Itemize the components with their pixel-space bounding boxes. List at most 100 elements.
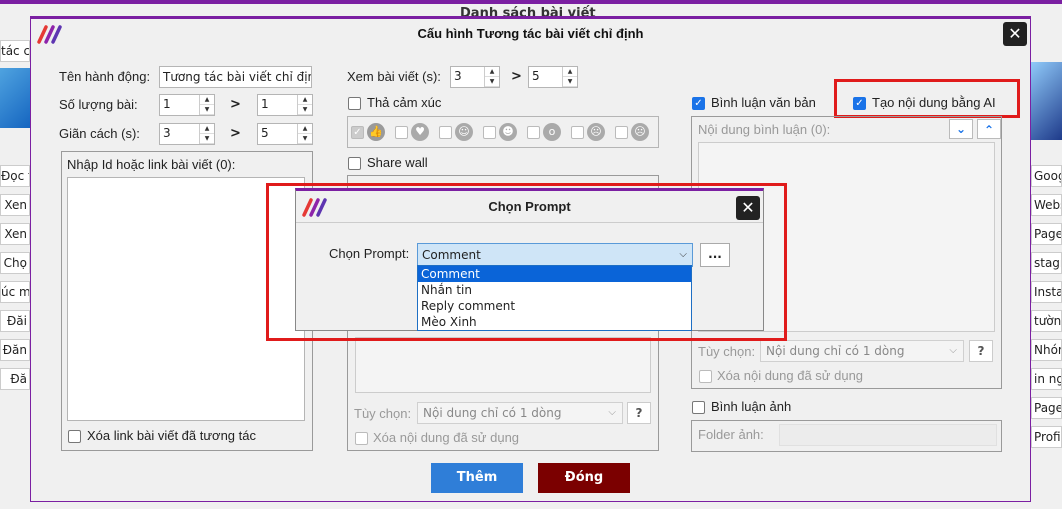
chevron-down-icon: ⌵ xyxy=(679,249,687,260)
bg-right-item[interactable]: in nghi xyxy=(1031,368,1062,390)
prompt-option[interactable]: Comment xyxy=(418,266,691,282)
action-name-input[interactable]: Tương tác bài viết chỉ định xyxy=(159,66,312,88)
ai-highlight-box xyxy=(834,79,1020,118)
dialog-title: Cấu hình Tương tác bài viết chỉ định xyxy=(417,26,644,41)
bg-right-item[interactable]: Website xyxy=(1031,194,1062,216)
close-icon[interactable]: ✕ xyxy=(1003,22,1027,46)
spin-up-icon[interactable]: ▲ xyxy=(200,124,214,134)
bg-right-item[interactable]: stagram xyxy=(1031,252,1062,274)
spin-down-icon[interactable]: ▼ xyxy=(298,134,312,144)
comment-help-button[interactable]: ? xyxy=(969,340,993,362)
comment-option-select[interactable]: Nội dung chỉ có 1 dòng ⌵ xyxy=(760,340,964,362)
react-label: Thả cảm xúc xyxy=(367,95,442,110)
bg-left-item[interactable]: Đă xyxy=(0,368,30,390)
bg-left-item[interactable]: Xen xyxy=(0,194,30,216)
spin-up-icon[interactable]: ▲ xyxy=(563,67,577,77)
share-wall-label: Share wall xyxy=(367,155,428,170)
bg-left-item[interactable]: Chọ xyxy=(0,252,30,274)
prompt-dialog-title: Chọn Prompt xyxy=(488,199,571,214)
close-button[interactable]: Đóng xyxy=(538,463,630,493)
post-count-label: Số lượng bài: xyxy=(59,97,138,112)
stepper-value: 1 xyxy=(261,97,269,111)
delete-links-checkbox[interactable] xyxy=(68,430,81,443)
post-count-max-stepper[interactable]: 1 ▲ ▼ xyxy=(257,94,313,116)
care-icon: ☺ xyxy=(455,123,473,141)
chevron-down-icon[interactable]: ⌄ xyxy=(949,119,973,139)
add-button[interactable]: Thêm xyxy=(431,463,523,493)
spin-down-icon[interactable]: ▼ xyxy=(298,105,312,115)
delete-links-label: Xóa link bài viết đã tương tác xyxy=(87,428,256,443)
view-post-label: Xem bài viết (s): xyxy=(347,69,441,84)
bg-right-item[interactable]: Page xyxy=(1031,397,1062,419)
image-comment-checkbox[interactable] xyxy=(692,401,705,414)
reactions-panel: ✓ 👍 ♥ ☺ ☻ o ☹ ☹ xyxy=(347,116,659,148)
bg-left-item[interactable]: Đọc t xyxy=(0,165,30,187)
comment-delete-used-checkbox[interactable] xyxy=(699,370,712,383)
bg-left-item[interactable]: Đăn xyxy=(0,339,30,361)
spin-down-icon[interactable]: ▼ xyxy=(485,77,499,87)
text-comment-label: Bình luận văn bản xyxy=(711,95,816,110)
share-content-textarea[interactable] xyxy=(355,337,651,393)
interval-min-stepper[interactable]: 3 ▲ ▼ xyxy=(159,123,215,145)
share-delete-used-label: Xóa nội dung đã sử dụng xyxy=(373,430,520,445)
post-count-min-stepper[interactable]: 1 ▲ ▼ xyxy=(159,94,215,116)
text-comment-checkbox[interactable]: ✓ xyxy=(692,97,705,110)
prompt-option[interactable]: Reply comment xyxy=(418,298,691,314)
angry-checkbox[interactable] xyxy=(615,126,628,139)
bg-right-item[interactable]: Google xyxy=(1031,165,1062,187)
haha-checkbox[interactable] xyxy=(483,126,496,139)
folder-input[interactable] xyxy=(779,424,997,446)
share-help-button[interactable]: ? xyxy=(627,402,651,424)
spin-up-icon[interactable]: ▲ xyxy=(298,95,312,105)
chevron-up-icon[interactable]: ⌃ xyxy=(977,119,1001,139)
like-comment-image xyxy=(0,68,30,128)
close-icon[interactable]: ✕ xyxy=(736,196,760,220)
like-icon: 👍 xyxy=(367,123,385,141)
chevron-down-icon: ⌵ xyxy=(608,407,616,418)
bg-right-item[interactable]: Page xyxy=(1031,223,1062,245)
view-min-stepper[interactable]: 3 ▲ ▼ xyxy=(450,66,500,88)
greater-than-sign: > xyxy=(230,126,241,141)
care-checkbox[interactable] xyxy=(439,126,452,139)
share-wall-checkbox[interactable] xyxy=(348,157,361,170)
bg-left-item[interactable]: Xen xyxy=(0,223,30,245)
bg-left-item[interactable]: tác cá xyxy=(0,40,30,62)
spin-up-icon[interactable]: ▲ xyxy=(298,124,312,134)
facebook-image xyxy=(1031,62,1062,140)
folder-label: Folder ảnh: xyxy=(698,427,764,442)
prompt-selected-value: Comment xyxy=(422,248,481,262)
react-checkbox[interactable] xyxy=(348,97,361,110)
like-checkbox[interactable]: ✓ xyxy=(351,126,364,139)
spin-down-icon[interactable]: ▼ xyxy=(563,77,577,87)
prompt-select[interactable]: Comment ⌵ xyxy=(417,243,693,267)
sad-checkbox[interactable] xyxy=(571,126,584,139)
prompt-option[interactable]: Nhắn tin xyxy=(418,282,691,298)
bg-right-item[interactable]: Nhóm xyxy=(1031,339,1062,361)
image-comment-label: Bình luận ảnh xyxy=(711,399,792,414)
love-icon: ♥ xyxy=(411,123,429,141)
spin-down-icon[interactable]: ▼ xyxy=(200,134,214,144)
prompt-option[interactable]: Mèo Xinh xyxy=(418,314,691,330)
bg-left-item[interactable]: Đăi xyxy=(0,310,30,332)
more-prompt-button[interactable]: ... xyxy=(700,243,730,267)
bg-left-item[interactable]: úc mừ xyxy=(0,281,30,303)
comment-option-value: Nội dung chỉ có 1 dòng xyxy=(766,344,905,358)
share-delete-used-checkbox[interactable] xyxy=(355,432,368,445)
wow-checkbox[interactable] xyxy=(527,126,540,139)
spin-down-icon[interactable]: ▼ xyxy=(200,105,214,115)
love-checkbox[interactable] xyxy=(395,126,408,139)
app-logo-icon xyxy=(37,25,62,44)
view-max-stepper[interactable]: 5 ▲ ▼ xyxy=(528,66,578,88)
bg-right-item[interactable]: tường xyxy=(1031,310,1062,332)
share-option-select[interactable]: Nội dung chỉ có 1 dòng ⌵ xyxy=(417,402,623,424)
interval-max-stepper[interactable]: 5 ▲ ▼ xyxy=(257,123,313,145)
bg-right-item[interactable]: Profile xyxy=(1031,426,1062,448)
stepper-value: 1 xyxy=(163,97,171,111)
share-option-label: Tùy chọn: xyxy=(354,406,412,421)
bg-right-item[interactable]: Instagr xyxy=(1031,281,1062,303)
spin-up-icon[interactable]: ▲ xyxy=(200,95,214,105)
chevron-down-icon: ⌵ xyxy=(949,345,957,356)
spin-up-icon[interactable]: ▲ xyxy=(485,67,499,77)
comment-content-label: Nội dung bình luận (0): xyxy=(698,122,831,137)
stepper-value: 3 xyxy=(454,69,462,83)
